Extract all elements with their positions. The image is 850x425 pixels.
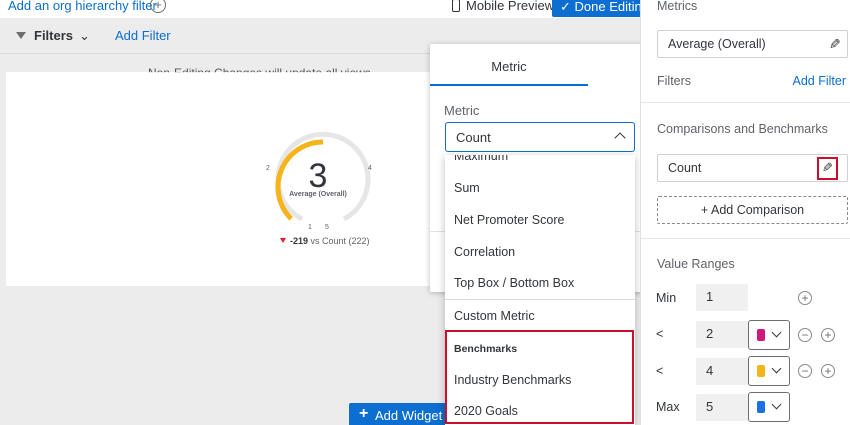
mobile-preview-button[interactable]: Mobile Preview [452, 0, 554, 13]
down-triangle-icon [280, 238, 286, 243]
gauge-tick-1: 1 [308, 224, 312, 231]
filters-label: Filters [34, 28, 74, 43]
top-bar: Add an org hierarchy filter + Mobile Pre… [0, 0, 647, 18]
mobile-preview-label: Mobile Preview [466, 0, 555, 13]
gauge-tick-2: 2 [266, 165, 270, 172]
comparison-value: Count [668, 161, 702, 175]
gauge-value: 3 [309, 157, 328, 195]
dropdown-item-top-bottom-box[interactable]: Top Box / Bottom Box [454, 276, 574, 290]
divider [641, 238, 850, 239]
funnel-icon [16, 32, 26, 39]
gauge-label: Average (Overall) [289, 191, 347, 198]
range-label-lt: < [656, 364, 664, 378]
chevron-down-icon [771, 399, 782, 410]
range-add-icon[interactable]: + [798, 291, 812, 305]
pencil-icon[interactable]: ✎ [829, 36, 841, 53]
filters-heading: Filters [657, 74, 692, 88]
value-ranges-heading: Value Ranges [657, 257, 735, 271]
range-color-select[interactable] [748, 356, 790, 386]
panel-add-filter-link[interactable]: Add Filter [793, 74, 847, 88]
metric-select[interactable]: Count [445, 122, 635, 152]
add-widget-button[interactable]: + Add Widget [349, 403, 449, 425]
range-add-icon[interactable]: + [821, 328, 835, 342]
range-input-2[interactable]: 2 [696, 321, 748, 348]
chevron-down-icon [771, 327, 782, 338]
range-remove-icon[interactable]: − [798, 364, 812, 378]
dropdown-item-2020-goals[interactable]: 2020 Goals [454, 404, 518, 418]
color-swatch [757, 401, 765, 413]
metric-select-value: Count [456, 130, 491, 145]
add-widget-label: Add Widget [375, 408, 443, 423]
range-color-select[interactable] [748, 320, 790, 350]
comparison-delta: -219 vs Count (222) [280, 236, 370, 246]
metric-field-label: Metric [444, 103, 480, 118]
done-editing-button[interactable]: ✓ Done Editing [552, 0, 647, 17]
range-input-min[interactable]: 1 [696, 284, 748, 311]
metrics-field[interactable]: Average (Overall) ✎ [657, 30, 848, 58]
phone-icon [452, 0, 460, 12]
benchmarks-header: Benchmarks [454, 343, 518, 355]
range-input-max[interactable]: 5 [696, 394, 748, 421]
dropdown-item-custom-metric[interactable]: Custom Metric [454, 309, 535, 323]
range-remove-icon[interactable]: − [798, 328, 812, 342]
metrics-heading: Metrics [657, 0, 698, 13]
chevron-down-icon: ⌄ [79, 28, 90, 43]
gauge-tick-4: 4 [368, 165, 372, 172]
comparisons-heading: Comparisons and Benchmarks [657, 122, 828, 136]
add-filter-link[interactable]: Add Filter [115, 28, 171, 43]
comparison-edit-pencil-icon[interactable]: ✎ [817, 157, 838, 180]
add-comparison-button[interactable]: + Add Comparison [657, 196, 848, 224]
filters-toggle[interactable]: Filters ⌄ [16, 28, 90, 44]
range-color-select[interactable] [748, 392, 790, 422]
delta-suffix: vs Count (222) [310, 236, 370, 246]
dropdown-item-sum[interactable]: Sum [454, 181, 480, 195]
gauge-tick-5: 5 [325, 224, 329, 231]
metric-dropdown-list[interactable]: Maximum Sum Net Promoter Score Correlati… [445, 155, 635, 425]
done-editing-label: Done Editing [574, 0, 647, 14]
divider [445, 299, 635, 300]
metrics-value: Average (Overall) [668, 37, 766, 51]
color-swatch [757, 365, 765, 377]
chevron-up-icon [614, 132, 626, 144]
plus-icon: + [359, 405, 369, 422]
range-label-max: Max [656, 400, 680, 414]
tab-metric[interactable]: Metric [430, 44, 588, 86]
delta-value: -219 [290, 236, 309, 246]
range-label-lt: < [656, 327, 664, 341]
range-label-min: Min [656, 291, 677, 305]
color-swatch [757, 329, 765, 341]
dropdown-item-nps[interactable]: Net Promoter Score [454, 213, 564, 227]
range-input-4[interactable]: 4 [696, 358, 748, 385]
add-org-filter-plus-icon[interactable]: + [150, 0, 166, 13]
divider [641, 102, 850, 103]
gauge-chart: 3 Average (Overall) 2 4 1 5 [266, 131, 372, 231]
chevron-down-icon [771, 363, 782, 374]
range-add-icon[interactable]: + [821, 364, 835, 378]
dropdown-item-maximum[interactable]: Maximum [454, 155, 508, 163]
add-org-hierarchy-filter-link[interactable]: Add an org hierarchy filter [8, 0, 157, 13]
canvas-note: Non-Editing Changes will update all view… [148, 66, 371, 80]
dropdown-item-correlation[interactable]: Correlation [454, 245, 515, 259]
dropdown-item-industry-benchmarks[interactable]: Industry Benchmarks [454, 373, 571, 387]
